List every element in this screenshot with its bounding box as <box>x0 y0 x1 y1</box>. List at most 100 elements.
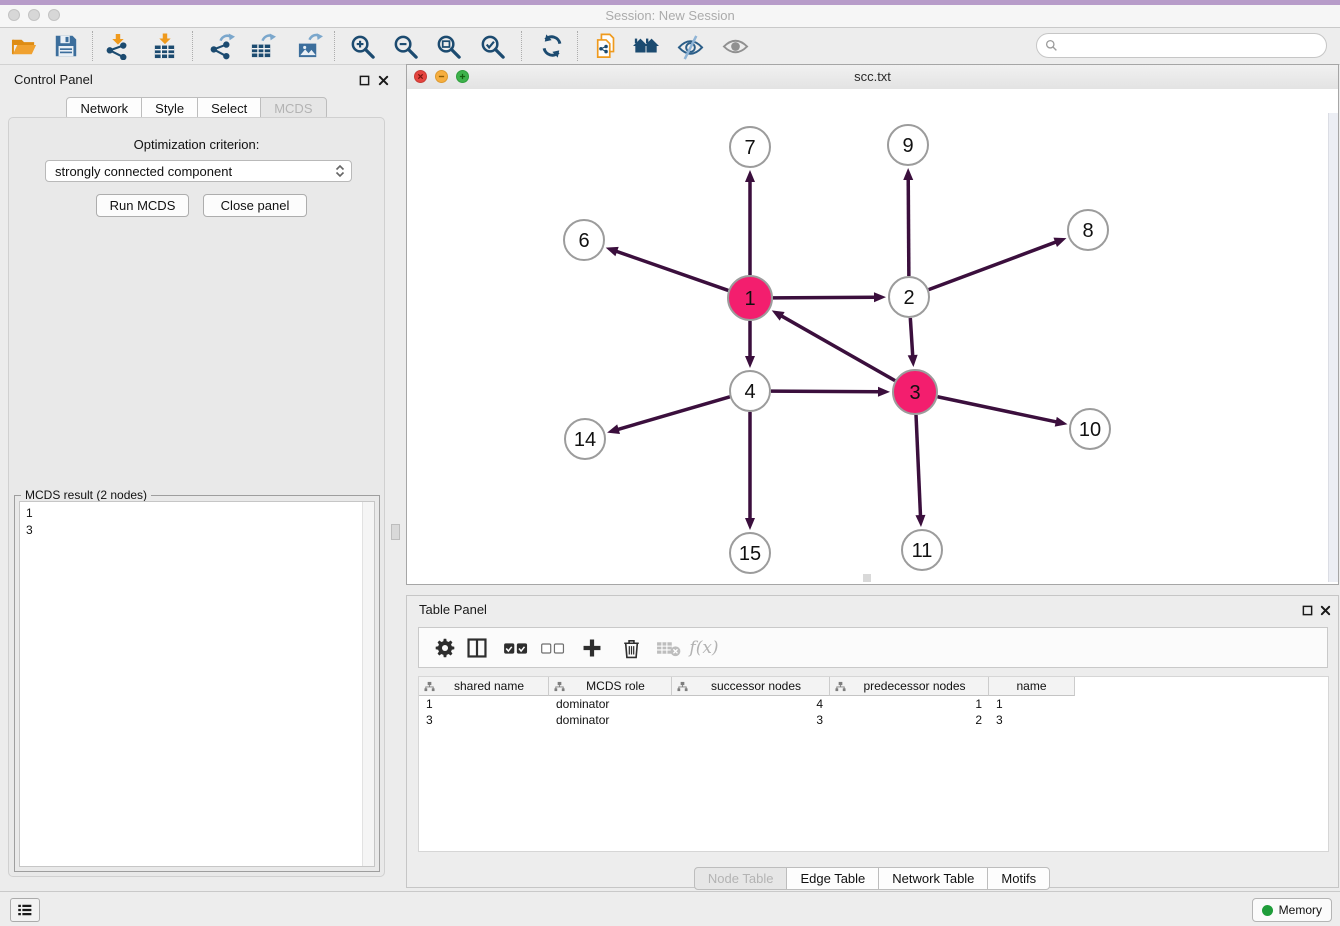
optimization-criterion-select[interactable]: strongly connected component <box>45 160 352 182</box>
mcds-result-title: MCDS result (2 nodes) <box>21 488 151 502</box>
network-document-button[interactable] <box>593 32 621 60</box>
memory-button[interactable]: Memory <box>1252 898 1332 922</box>
table-panel-float-button[interactable] <box>1300 603 1314 617</box>
graph-edge-arrowhead <box>745 518 755 530</box>
graph-edge-arrowhead <box>1055 417 1068 427</box>
column-header-label: MCDS role <box>565 679 666 693</box>
network-window-title: scc.txt <box>407 69 1338 84</box>
add-column-button[interactable] <box>579 636 605 660</box>
status-bar: Memory <box>0 891 1340 926</box>
export-network-button[interactable] <box>207 32 235 60</box>
graph-node-label: 11 <box>912 540 933 562</box>
table-cell[interactable]: 3 <box>989 712 1075 728</box>
search-field[interactable] <box>1036 33 1327 58</box>
network-vertical-scrollbar[interactable] <box>1328 113 1338 582</box>
graph-edge-2-8[interactable] <box>929 242 1057 290</box>
search-input[interactable] <box>1063 37 1326 54</box>
network-scrollbar-thumb[interactable] <box>863 574 871 582</box>
delete-columns-button[interactable] <box>618 636 644 660</box>
mcds-result-textarea[interactable]: 1 3 <box>19 501 375 867</box>
column-header-label: shared name <box>435 679 543 693</box>
mcds-result-fieldset: MCDS result (2 nodes) 1 3 <box>14 495 380 872</box>
graph-node-label: 6 <box>578 230 589 252</box>
table-row[interactable]: 3dominator323 <box>419 712 1328 728</box>
main-toolbar <box>0 28 1340 65</box>
show-columns-button[interactable] <box>464 636 490 660</box>
graph-edge-3-10[interactable] <box>938 397 1058 422</box>
graph-edge-arrowhead <box>878 387 890 397</box>
table-cell[interactable]: dominator <box>549 696 672 712</box>
table-header-row: shared name MCDS role successor nodesprede… <box>419 677 1328 696</box>
graph-edge-2-3[interactable] <box>910 318 912 357</box>
graph-node-label: 10 <box>1079 419 1101 441</box>
tab-edge-table[interactable]: Edge Table <box>786 867 879 890</box>
control-panel-close-button[interactable] <box>376 73 390 87</box>
table-cell[interactable]: dominator <box>549 712 672 728</box>
table-cell[interactable]: 3 <box>419 712 549 728</box>
table-cell[interactable]: 2 <box>830 712 989 728</box>
run-mcds-button[interactable]: Run MCDS <box>96 194 189 217</box>
graph-edge-1-6[interactable] <box>615 251 728 291</box>
node-table: shared name MCDS role successor nodesprede… <box>418 676 1329 852</box>
mcds-result-scrollbar[interactable] <box>362 502 374 866</box>
graph-node-label: 14 <box>574 429 596 451</box>
refresh-layout-button[interactable] <box>538 32 566 60</box>
select-all-rows-button[interactable] <box>503 636 529 660</box>
show-graphics-details-button[interactable] <box>721 32 749 60</box>
graph-edge-arrowhead <box>915 515 925 527</box>
task-history-button[interactable] <box>10 898 40 922</box>
zoom-selected-button[interactable] <box>478 32 506 60</box>
zoom-in-button[interactable] <box>348 32 376 60</box>
column-header-name[interactable]: name <box>989 677 1075 696</box>
table-cell[interactable]: 3 <box>672 712 830 728</box>
tab-motifs[interactable]: Motifs <box>987 867 1050 890</box>
column-header-successor-nodes[interactable]: successor nodes <box>672 677 830 696</box>
table-panel-title: Table Panel <box>419 602 487 617</box>
table-cell[interactable]: 1 <box>989 696 1075 712</box>
network-graph[interactable]: 7968124314101511 <box>407 89 1329 585</box>
network-canvas[interactable]: 7968124314101511 <box>407 89 1338 584</box>
toolbar-separator <box>334 31 335 61</box>
export-image-button[interactable] <box>295 32 323 60</box>
graph-edge-1-2[interactable] <box>773 297 876 298</box>
table-cell[interactable]: 1 <box>419 696 549 712</box>
deselect-all-rows-button[interactable] <box>540 636 566 660</box>
panel-splitter-handle[interactable] <box>391 524 400 540</box>
graph-edge-4-14[interactable] <box>617 397 730 430</box>
column-namespace-icon <box>677 681 688 692</box>
zoom-fit-button[interactable] <box>434 32 462 60</box>
column-header-predecessor-nodes[interactable]: predecessor nodes <box>830 677 989 696</box>
column-header-shared-name[interactable]: shared name <box>419 677 549 696</box>
graph-edge-arrowhead <box>607 424 620 434</box>
graph-edge-3-1[interactable] <box>780 315 895 380</box>
import-table-button[interactable] <box>150 32 178 60</box>
zoom-out-button[interactable] <box>391 32 419 60</box>
table-panel: Table Panel f(x) shared name MCDS role suc… <box>406 595 1339 888</box>
function-builder-button[interactable]: f(x) <box>691 636 717 660</box>
close-panel-button[interactable]: Close panel <box>203 194 307 217</box>
column-namespace-icon <box>554 681 565 692</box>
save-session-button[interactable] <box>52 32 80 60</box>
window-title: Session: New Session <box>0 8 1340 23</box>
network-window-titlebar[interactable]: scc.txt <box>407 65 1338 90</box>
graph-edge-2-9[interactable] <box>908 178 909 276</box>
graph-edge-3-11[interactable] <box>916 415 921 517</box>
table-cell[interactable]: 1 <box>830 696 989 712</box>
table-settings-button[interactable] <box>432 636 458 660</box>
home-button[interactable] <box>632 32 660 60</box>
open-session-button[interactable] <box>10 32 38 60</box>
table-cell[interactable]: 4 <box>672 696 830 712</box>
table-panel-close-button[interactable] <box>1318 603 1332 617</box>
export-table-button[interactable] <box>248 32 276 60</box>
table-row[interactable]: 1dominator411 <box>419 696 1328 712</box>
import-network-button[interactable] <box>103 32 131 60</box>
network-view-window: scc.txt 7968124314101511 <box>406 64 1339 585</box>
tab-network-table[interactable]: Network Table <box>878 867 988 890</box>
tab-node-table[interactable]: Node Table <box>694 867 788 890</box>
select-stepper-icon <box>334 164 346 178</box>
hide-graphics-details-button[interactable] <box>676 32 704 60</box>
control-panel-float-button[interactable] <box>357 73 371 87</box>
delete-table-button[interactable] <box>655 636 681 660</box>
column-header-MCDS-role[interactable]: MCDS role <box>549 677 672 696</box>
graph-edge-4-3[interactable] <box>771 391 880 392</box>
